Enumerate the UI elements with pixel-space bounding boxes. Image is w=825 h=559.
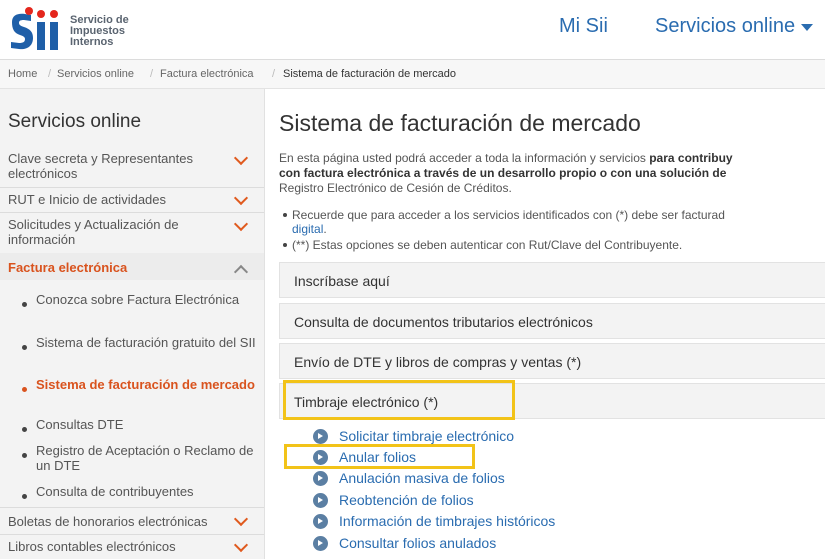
sidebar-subitem-mercado[interactable]: Sistema de facturación de mercado (36, 377, 256, 392)
sidebar-divider (0, 534, 264, 535)
digital-link[interactable]: digital (292, 222, 323, 236)
sidebar-subitem-consultas-dte[interactable]: Consultas DTE (36, 417, 256, 432)
link-label[interactable]: Información de timbrajes históricos (339, 513, 555, 529)
bullet-icon (22, 494, 27, 499)
sidebar-subitem-conozca[interactable]: Conozca sobre Factura Electrónica (36, 292, 256, 307)
site-header: Servicio de Impuestos Internos Mi Sii Se… (0, 0, 825, 58)
chevron-down-icon[interactable] (233, 511, 249, 527)
bullet-text-1-end: . (323, 222, 327, 236)
sidebar-item-rut[interactable]: RUT e Inicio de actividades (8, 192, 228, 207)
sidebar-item-boletas[interactable]: Boletas de honorarios electrónicas (8, 514, 228, 529)
intro-line-1: En esta página usted podrá acceder a tod… (279, 151, 733, 165)
breadcrumb-separator: / (272, 68, 276, 80)
logo-text-line3: Internos (70, 36, 114, 48)
highlight-timbraje (283, 380, 515, 420)
nav-mi-sii[interactable]: Mi Sii (559, 15, 608, 38)
breadcrumb-factura-electronica[interactable]: Factura electrónica (160, 68, 254, 80)
breadcrumb-separator: / (150, 68, 154, 80)
sidebar-subitem-contribuyentes[interactable]: Consulta de contribuyentes (36, 484, 256, 499)
bullet-icon (283, 213, 287, 217)
nav-servicios-online[interactable]: Servicios online (655, 15, 795, 38)
arrow-circle-icon (313, 514, 328, 529)
link-label[interactable]: Solicitar timbraje electrónico (339, 428, 514, 444)
chevron-down-icon[interactable] (233, 537, 249, 553)
accordion-inscribase[interactable]: Inscríbase aquí (279, 262, 825, 298)
sidebar-item-solicitudes[interactable]: Solicitudes y Actualización de informaci… (8, 217, 228, 247)
bullet-icon (283, 243, 287, 247)
bullet-text-2: (**) Estas opciones se deben autenticar … (292, 238, 683, 252)
sidebar-divider (0, 507, 264, 508)
breadcrumb-home[interactable]: Home (8, 68, 37, 80)
intro-line-2: con factura electrónica a través de un d… (279, 166, 727, 180)
page-title: Sistema de facturación de mercado (279, 110, 641, 136)
bullet-icon (22, 387, 27, 392)
link-label[interactable]: Reobtención de folios (339, 492, 474, 508)
bullet-text-1: Recuerde que para acceder a los servicio… (292, 208, 725, 222)
breadcrumb-separator: / (48, 68, 52, 80)
intro-line-3: Registro Electrónico de Cesión de Crédit… (279, 181, 512, 195)
chevron-down-icon[interactable] (233, 216, 249, 232)
accordion-label[interactable]: Envío de DTE y libros de compras y venta… (294, 354, 581, 370)
sidebar-subitem-registro[interactable]: Registro de Aceptación o Reclamo de un D… (36, 443, 256, 473)
sidebar-item-factura-label[interactable]: Factura electrónica (8, 260, 127, 275)
breadcrumb: Home / Servicios online / Factura electr… (0, 60, 825, 89)
intro-bold-text: para contribuy (649, 151, 733, 165)
bullet-text-1-cont: digital. (292, 222, 327, 236)
chevron-down-icon[interactable] (233, 190, 249, 206)
link-label[interactable]: Anulación masiva de folios (339, 470, 505, 486)
sidebar-item-clave-secreta[interactable]: Clave secreta y Representantes electróni… (8, 151, 228, 181)
breadcrumb-servicios-online[interactable]: Servicios online (57, 68, 134, 80)
bullet-icon (22, 453, 27, 458)
bullet-icon (22, 427, 27, 432)
arrow-circle-icon (313, 493, 328, 508)
chevron-down-icon[interactable] (233, 150, 249, 166)
accordion-consulta-documentos[interactable]: Consulta de documentos tributarios elect… (279, 303, 825, 339)
sidebar-item-libros[interactable]: Libros contables electrónicos (8, 539, 228, 554)
accordion-envio-dte[interactable]: Envío de DTE y libros de compras y venta… (279, 343, 825, 379)
arrow-circle-icon (313, 471, 328, 486)
arrow-circle-icon (313, 536, 328, 551)
arrow-circle-icon (313, 429, 328, 444)
sidebar-title: Servicios online (8, 111, 142, 132)
highlight-anular-folios (284, 444, 475, 469)
sidebar-subitem-gratuito[interactable]: Sistema de facturación gratuito del SII (36, 335, 256, 350)
intro-text: En esta página usted podrá acceder a tod… (279, 151, 650, 165)
link-label[interactable]: Consultar folios anulados (339, 535, 496, 551)
sii-logo-icon[interactable] (8, 6, 64, 52)
breadcrumb-current: Sistema de facturación de mercado (283, 68, 457, 80)
accordion-label[interactable]: Inscríbase aquí (294, 273, 390, 289)
sidebar: Servicios online Clave secreta y Represe… (0, 89, 265, 559)
sidebar-divider (0, 187, 264, 188)
accordion-label[interactable]: Consulta de documentos tributarios elect… (294, 314, 593, 330)
bullet-icon (22, 345, 27, 350)
bullet-icon (22, 302, 27, 307)
sidebar-divider (0, 212, 264, 213)
caret-down-icon[interactable] (801, 24, 813, 31)
